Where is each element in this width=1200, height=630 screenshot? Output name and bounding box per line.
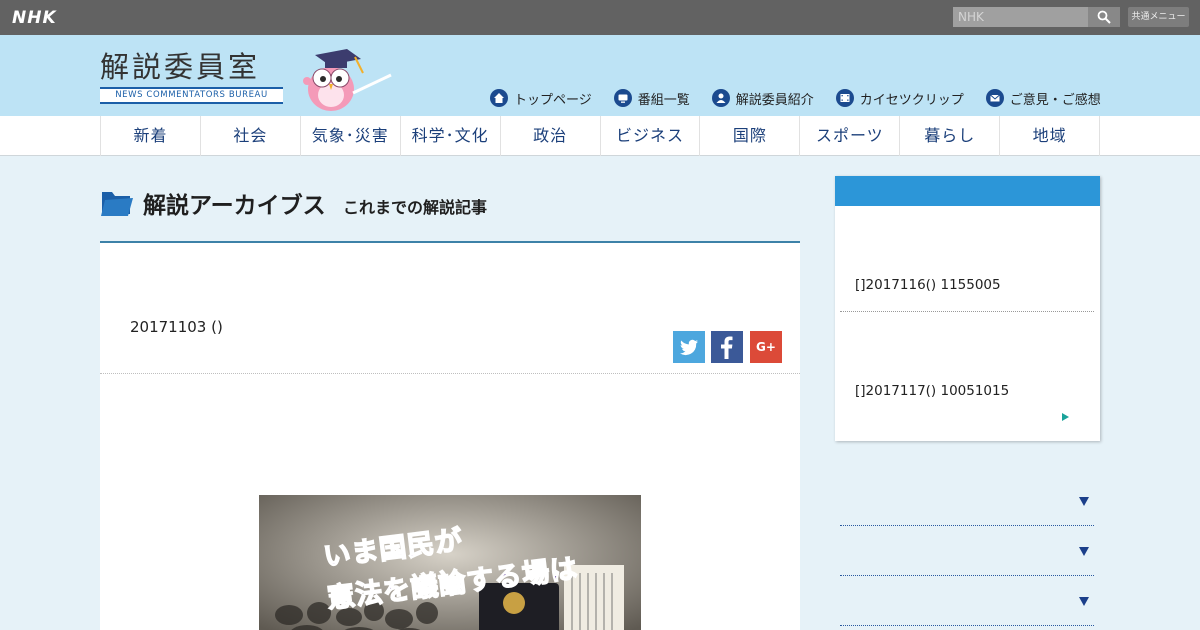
category-tab[interactable]: スポーツ bbox=[800, 116, 901, 156]
category-tab[interactable]: 気象･災害 bbox=[301, 116, 401, 156]
twitter-share-button[interactable] bbox=[673, 331, 705, 363]
feedback-link[interactable]: ご意見・ご感想 bbox=[985, 88, 1101, 108]
page-subtitle: これまでの解説記事 bbox=[343, 198, 488, 217]
archive-heading: 解説アーカイブス これまでの解説記事 bbox=[100, 176, 800, 243]
page-title: 解説アーカイブス bbox=[143, 193, 326, 219]
site-title[interactable]: 解説委員室 bbox=[100, 44, 260, 86]
category-tab[interactable]: 国際 bbox=[700, 116, 801, 156]
accordion-row[interactable] bbox=[840, 476, 1094, 526]
play-arrow-icon[interactable] bbox=[1062, 413, 1069, 421]
feedback-label: ご意見・ご感想 bbox=[1009, 92, 1101, 108]
divider bbox=[840, 311, 1094, 312]
accordion-row[interactable] bbox=[840, 526, 1094, 576]
commentators-link[interactable]: 解説委員紹介 bbox=[711, 88, 814, 108]
sidebar-box-header bbox=[835, 176, 1100, 206]
googleplus-share-button[interactable]: G+ bbox=[750, 331, 782, 363]
program-list-label: 番組一覧 bbox=[637, 92, 690, 108]
commentators-label: 解説委員紹介 bbox=[735, 92, 814, 108]
header-links: トップページ 番組一覧 解説委員紹介 カイセツクリップ ご意見・ご感想 bbox=[490, 88, 1101, 108]
common-menu-button[interactable]: 共通メニュー bbox=[1128, 7, 1189, 27]
home-icon bbox=[490, 89, 508, 107]
chevron-down-icon bbox=[1079, 597, 1089, 606]
category-tab[interactable]: ビジネス bbox=[601, 116, 701, 156]
site-header: 解説委員室 NEWS COMMENTATORS BUREAU トップページ 番組… bbox=[0, 35, 1200, 116]
global-bar: NHK 共通メニュー bbox=[0, 0, 1200, 35]
category-nav: 新着 社会 気象･災害 科学･文化 政治 ビジネス 国際 スポーツ 暮らし 地域 bbox=[0, 116, 1200, 156]
kaisetsu-clip-label: カイセツクリップ bbox=[859, 92, 964, 108]
mail-icon bbox=[985, 89, 1004, 107]
twitter-icon bbox=[680, 339, 698, 356]
category-tab[interactable]: 地域 bbox=[1000, 116, 1101, 156]
facebook-icon bbox=[721, 336, 733, 359]
facebook-share-button[interactable] bbox=[711, 331, 743, 363]
chevron-down-icon bbox=[1079, 497, 1089, 506]
film-icon bbox=[835, 89, 854, 107]
top-page-link[interactable]: トップページ bbox=[490, 88, 592, 108]
divider bbox=[100, 373, 800, 374]
category-tab[interactable]: 暮らし bbox=[900, 116, 1001, 156]
nhk-logo[interactable]: NHK bbox=[12, 8, 57, 28]
category-tab[interactable]: 社会 bbox=[201, 116, 301, 156]
tv-icon bbox=[613, 89, 632, 107]
site-subtitle: NEWS COMMENTATORS BUREAU bbox=[100, 87, 283, 104]
kaisetsu-clip-link[interactable]: カイセツクリップ bbox=[835, 88, 964, 108]
chevron-down-icon bbox=[1079, 547, 1089, 556]
sidebar-box: []2017116() 1155005 []2017117() 10051015 bbox=[835, 176, 1100, 441]
accordion-row[interactable] bbox=[840, 576, 1094, 626]
global-search-input[interactable] bbox=[953, 7, 1088, 27]
sidebar-item[interactable]: []2017116() 1155005 bbox=[855, 277, 1001, 293]
owl-mascot-icon bbox=[303, 49, 392, 111]
sidebar-item[interactable]: []2017117() 10051015 bbox=[855, 383, 1009, 399]
category-tab[interactable]: 新着 bbox=[101, 116, 201, 156]
article-card: 20171103 () G+ いま国民が 憲法を議論する場は bbox=[100, 243, 800, 630]
category-tab[interactable]: 科学･文化 bbox=[401, 116, 501, 156]
top-page-label: トップページ bbox=[514, 92, 592, 108]
person-icon bbox=[711, 89, 730, 107]
article-image: いま国民が 憲法を議論する場は bbox=[259, 495, 641, 630]
search-icon bbox=[1097, 10, 1111, 24]
global-search-button[interactable] bbox=[1088, 7, 1120, 27]
category-tab[interactable]: 政治 bbox=[501, 116, 601, 156]
article-date: 20171103 () bbox=[130, 318, 223, 336]
program-list-link[interactable]: 番組一覧 bbox=[613, 88, 690, 108]
folder-icon bbox=[101, 192, 133, 216]
